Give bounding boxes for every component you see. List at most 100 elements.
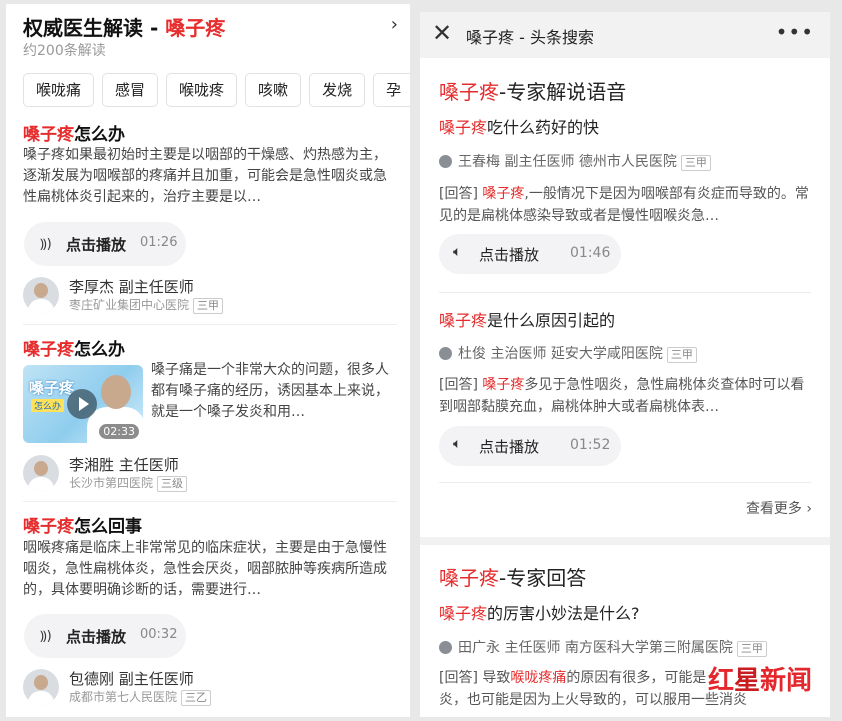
divider <box>439 292 811 293</box>
answer-snippet[interactable]: 咽喉疼痛是临床上非常常见的临床症状，主要是由于急慢性咽炎，急性扁桃体炎，急性会厌… <box>23 538 397 601</box>
question-title[interactable]: 嗓子疼怎么办 <box>23 335 125 360</box>
doctor-avatar[interactable] <box>23 277 59 313</box>
question-rest: 怎么回事 <box>74 517 142 537</box>
audio-label: 点击播放 <box>66 236 127 254</box>
close-icon[interactable]: ✕ <box>432 19 452 47</box>
title-keyword: 嗓子疼 <box>165 16 226 40</box>
logo-char: 红 <box>708 666 735 696</box>
question-keyword: 嗓子疼 <box>23 517 74 537</box>
sound-wave-icon: ⸩) <box>40 237 52 252</box>
doctor-interpretations-panel: 权威医生解读 - 嗓子疼 › 约200条解读 喉咙痛 感冒 喉咙疼 咳嗽 发烧孕 嗓子疼… <box>6 4 410 717</box>
topic-chip[interactable]: 咳嗽 <box>245 73 302 107</box>
section-gap <box>420 537 830 545</box>
section-title: 嗓子疼-专家回答 <box>439 562 586 591</box>
section-rest: -专家回答 <box>499 566 587 590</box>
doctor-mini-avatar <box>439 347 452 360</box>
answer-keyword: 嗓子疼 <box>482 377 525 393</box>
logo-text: 新闻 <box>760 666 813 696</box>
answer-line2: 炎，也可能是因为上火导致的，可以服用一些消炎 <box>439 692 747 708</box>
video-thumbnail[interactable]: 嗓子疼 怎么办 02:33 <box>23 365 143 443</box>
question-title[interactable]: 嗓子疼是什么原因引起的 <box>439 307 615 331</box>
question-keyword: 嗓子疼 <box>439 118 488 137</box>
video-caption-sub: 怎么办 <box>31 399 65 412</box>
topic-chip[interactable]: 孕 <box>373 73 410 107</box>
audio-duration: 00:32 <box>140 627 178 642</box>
hospital-text: 成都市第七人民医院 <box>69 690 178 704</box>
doctor-text: 田广永 主任医师 南方医科大学第三附属医院 <box>458 640 733 656</box>
answer-snippet[interactable]: 嗓子痛是一个非常大众的问题，很多人都有嗓子痛的经历，诱因基本上来说，就是一个嗓子… <box>151 360 397 423</box>
section-title: 嗓子疼-专家解说语音 <box>439 76 626 105</box>
video-duration: 02:33 <box>99 424 139 439</box>
question-keyword: 嗓子疼 <box>439 311 488 330</box>
title-prefix: 权威医生解读 - <box>23 16 166 40</box>
doctor-info[interactable]: 田广永 主任医师 南方医科大学第三附属医院 三甲 <box>439 637 767 657</box>
answer-keyword: 喉咙疼痛 <box>510 670 567 686</box>
more-options-icon[interactable]: ••• <box>776 20 814 44</box>
hospital-name: 枣庄矿业集团中心医院 三甲 <box>69 296 224 314</box>
question-rest: 的厉害小妙法是什么? <box>487 604 640 623</box>
hospital-name: 长沙市第四医院 三级 <box>69 474 188 492</box>
audio-duration: 01:26 <box>140 235 178 250</box>
audio-duration: 01:46 <box>570 245 611 261</box>
answer-snippet[interactable]: 嗓子疼如果最初始时主要是以咽部的干燥感、灼热感为主，逐渐发展为咽喉部的疼痛并且加… <box>23 145 397 208</box>
audio-play-button[interactable]: ⸩) 点击播放 01:26 <box>24 222 186 266</box>
divider <box>23 324 397 325</box>
audio-play-button[interactable]: ⸩) 点击播放 00:32 <box>24 614 186 658</box>
question-rest: 怎么办 <box>74 340 125 360</box>
section-keyword: 嗓子疼 <box>439 80 499 104</box>
doctor-avatar[interactable] <box>23 669 59 705</box>
doctor-name[interactable]: 李厚杰 副主任医师 <box>69 276 194 297</box>
hospital-level-badge: 三乙 <box>181 690 212 706</box>
answer-rest: 的原因有很多，可能是 <box>566 670 707 686</box>
topic-chip[interactable]: 感冒 <box>102 73 159 107</box>
question-title[interactable]: 嗓子疼怎么回事 <box>23 512 142 537</box>
topic-chip[interactable]: 喉咙疼 <box>166 73 238 107</box>
audio-label: 点击播放 <box>479 246 540 264</box>
audio-play-button[interactable]: 🔈︎ 点击播放 01:46 <box>439 234 621 274</box>
answer-snippet[interactable]: [回答] 嗓子疼,一般情况下是因为咽喉部有炎症而导致的。常见的是扁桃体感染导致或… <box>439 183 811 227</box>
topic-chip[interactable]: 喉咙痛 <box>23 73 95 107</box>
audio-label: 点击播放 <box>66 628 127 646</box>
logo-char: 星 <box>734 666 761 696</box>
topic-chip[interactable]: 发烧 <box>309 73 366 107</box>
hospital-level-badge: 三甲 <box>736 641 767 657</box>
question-keyword: 嗓子疼 <box>23 125 74 145</box>
see-more-label: 查看更多 <box>745 501 802 517</box>
speaker-icon: 🔈︎ <box>453 436 462 452</box>
page-title: 嗓子疼 - 头条搜索 <box>466 28 594 47</box>
hospital-level-badge: 三级 <box>157 476 188 492</box>
answer-snippet[interactable]: [回答] 嗓子疼多见于急性咽炎，急性扁桃体炎查体时可以看到咽部黏膜充血，扁桃体肿… <box>439 374 811 418</box>
question-rest: 怎么办 <box>74 125 125 145</box>
panel-title[interactable]: 权威医生解读 - 嗓子疼 <box>23 12 225 41</box>
doctor-text: 王春梅 副主任医师 德州市人民医院 <box>458 154 677 170</box>
news-watermark-logo: 红星新闻 <box>708 660 812 697</box>
chevron-right-icon[interactable]: › <box>391 14 398 35</box>
answer-prefix: [回答] 导致 <box>439 670 511 686</box>
question-title[interactable]: 嗓子疼的厉害小妙法是什么? <box>439 600 640 624</box>
answer-prefix: [回答] <box>439 186 483 202</box>
play-icon[interactable] <box>67 389 97 419</box>
audio-label: 点击播放 <box>479 438 540 456</box>
hospital-level-badge: 三甲 <box>680 155 711 171</box>
doctor-name[interactable]: 包德刚 副主任医师 <box>69 668 194 689</box>
doctor-info[interactable]: 杜俊 主治医师 延安大学咸阳医院 三甲 <box>439 343 697 363</box>
doctor-info[interactable]: 王春梅 副主任医师 德州市人民医院 三甲 <box>439 151 711 171</box>
doctor-avatar[interactable] <box>23 455 59 491</box>
sound-wave-icon: ⸩) <box>40 629 52 644</box>
question-title[interactable]: 嗓子疼吃什么药好的快 <box>439 114 599 138</box>
see-more-link[interactable]: 查看更多 › <box>746 498 812 518</box>
top-bar: ✕ 嗓子疼 - 头条搜索 ••• <box>420 12 830 58</box>
question-title[interactable]: 嗓子疼怎么办 <box>23 120 125 145</box>
doctor-mini-avatar <box>439 641 452 654</box>
question-keyword: 嗓子疼 <box>439 604 488 623</box>
doctor-name[interactable]: 李湘胜 主任医师 <box>69 454 179 475</box>
hospital-text: 枣庄矿业集团中心医院 <box>69 298 190 312</box>
topic-chip-bar: 喉咙痛 感冒 喉咙疼 咳嗽 发烧孕 <box>23 73 410 109</box>
divider <box>439 482 811 483</box>
answer-keyword: 嗓子疼 <box>482 186 525 202</box>
hospital-text: 长沙市第四医院 <box>69 476 154 490</box>
hospital-name: 成都市第七人民医院 三乙 <box>69 688 212 706</box>
audio-play-button[interactable]: 🔈︎ 点击播放 01:52 <box>439 426 621 466</box>
question-rest: 是什么原因引起的 <box>487 311 616 330</box>
interpretation-count: 约200条解读 <box>23 43 106 59</box>
